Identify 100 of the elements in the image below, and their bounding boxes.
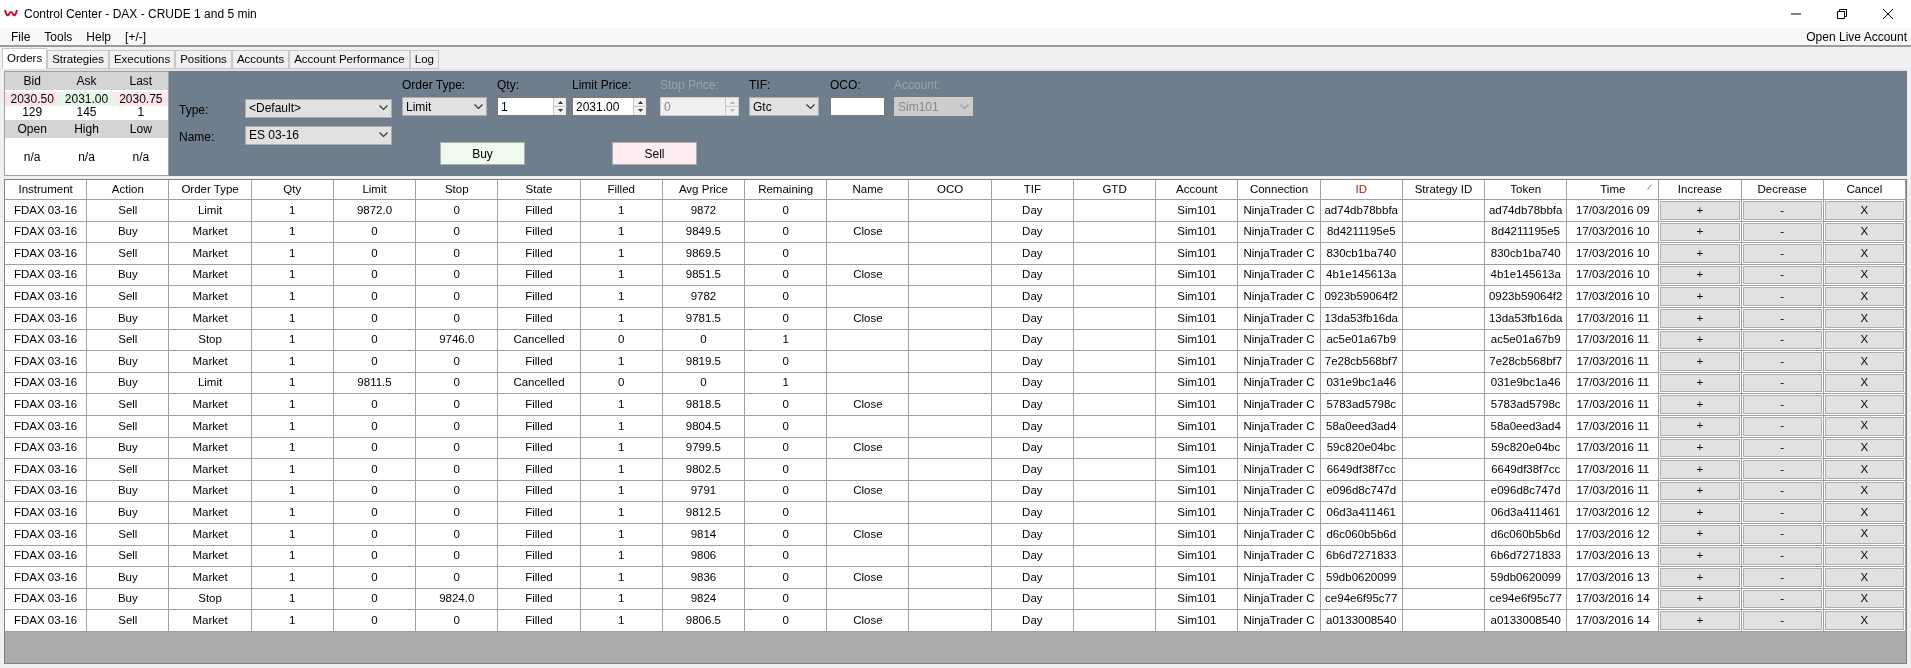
decrease-button[interactable]: - [1742, 308, 1822, 328]
increase-button[interactable]: + [1660, 373, 1740, 393]
cancel-button[interactable]: X [1824, 524, 1904, 544]
cancel-button[interactable]: X [1824, 589, 1904, 609]
decrease-button[interactable]: - [1742, 503, 1822, 522]
spinner-arrows-icon[interactable] [553, 98, 566, 115]
tab[interactable]: Executions [108, 50, 176, 69]
decrease-button[interactable]: - [1742, 373, 1822, 393]
cancel-button[interactable]: X [1824, 546, 1904, 566]
cancel-button[interactable]: X [1824, 416, 1904, 436]
cancel-button[interactable]: X [1824, 481, 1904, 501]
table-cell: NinjaTrader C [1238, 459, 1321, 481]
table-cell: 0 [745, 502, 828, 524]
tab[interactable]: Positions [175, 50, 232, 69]
tab[interactable]: Account Performance [289, 50, 410, 69]
increase-button[interactable]: + [1660, 611, 1740, 630]
tab[interactable]: Accounts [231, 50, 290, 69]
price-cell: 2030.75 [113, 92, 168, 106]
cancel-button[interactable]: X [1824, 460, 1904, 479]
decrease-button[interactable]: - [1742, 201, 1822, 220]
increase-button[interactable]: + [1660, 416, 1740, 436]
increase-button[interactable]: + [1660, 568, 1740, 587]
dropdown[interactable]: Limit [402, 97, 487, 116]
table-cell: Day [991, 523, 1074, 546]
cancel-button[interactable]: X [1824, 201, 1904, 220]
cancel-button[interactable]: X [1824, 222, 1904, 242]
increase-button[interactable]: + [1660, 460, 1740, 479]
cancel-button[interactable]: X [1824, 287, 1904, 306]
spinner-field[interactable]: 1 [497, 97, 567, 116]
quote-header: High [59, 120, 114, 138]
increase-button[interactable]: + [1660, 546, 1740, 566]
table-cell: 7e28cb568bf7 [1320, 351, 1403, 373]
increase-button[interactable]: + [1660, 330, 1740, 350]
dropdown[interactable]: Gtc [749, 97, 819, 116]
menu-item[interactable]: Tools [37, 27, 80, 46]
cancel-button[interactable]: X [1824, 503, 1904, 522]
table-cell: Sim101 [1156, 610, 1239, 632]
decrease-button[interactable]: - [1742, 222, 1822, 242]
decrease-button[interactable]: - [1742, 524, 1822, 544]
table-cell: Market [169, 459, 252, 481]
cancel-button[interactable]: X [1824, 352, 1904, 371]
tab[interactable]: Log [409, 50, 439, 69]
decrease-button[interactable]: - [1742, 481, 1822, 501]
decrease-button[interactable]: - [1742, 352, 1822, 371]
increase-button[interactable]: + [1660, 222, 1740, 242]
spinner-arrows-icon[interactable] [633, 98, 646, 115]
increase-button[interactable]: + [1660, 352, 1740, 371]
dropdown[interactable]: ES 03-16 [245, 125, 392, 145]
price-cell: 2031.00 [59, 92, 114, 106]
tab[interactable]: Orders [2, 48, 48, 69]
increase-button[interactable]: + [1660, 481, 1740, 501]
cancel-button[interactable]: X [1824, 373, 1904, 393]
increase-button[interactable]: + [1660, 244, 1740, 263]
table-cell: Sim101 [1156, 567, 1239, 589]
table-cell: 0 [745, 286, 828, 308]
cancel-button[interactable]: X [1824, 330, 1904, 350]
increase-button[interactable]: + [1660, 308, 1740, 328]
oco-field[interactable] [830, 97, 885, 116]
cancel-button[interactable]: X [1824, 611, 1904, 630]
buy-button[interactable]: Buy [440, 142, 525, 165]
table-cell: 13da53fb16da [1485, 307, 1568, 330]
decrease-button[interactable]: - [1742, 546, 1822, 566]
open-live-account-link[interactable]: Open Live Account [1806, 27, 1907, 46]
table-cell: 17/03/2016 11 [1567, 394, 1660, 416]
cancel-button[interactable]: X [1824, 265, 1904, 285]
decrease-button[interactable]: - [1742, 330, 1822, 350]
increase-button[interactable]: + [1660, 503, 1740, 522]
table-cell: Market [169, 610, 252, 632]
increase-button[interactable]: + [1660, 524, 1740, 544]
increase-button[interactable]: + [1660, 265, 1740, 285]
decrease-button[interactable]: - [1742, 416, 1822, 436]
decrease-button[interactable]: - [1742, 568, 1822, 587]
menu-item[interactable]: File [4, 27, 38, 46]
decrease-button[interactable]: - [1742, 611, 1822, 630]
tab[interactable]: Strategies [47, 50, 109, 69]
decrease-button[interactable]: - [1742, 589, 1822, 609]
increase-button[interactable]: + [1660, 589, 1740, 609]
menu-item[interactable]: [+/-] [118, 27, 154, 46]
decrease-button[interactable]: - [1742, 438, 1822, 458]
table-cell: 7e28cb568bf7 [1485, 351, 1568, 373]
cancel-button[interactable]: X [1824, 244, 1904, 263]
increase-button[interactable]: + [1660, 201, 1740, 220]
table-cell: Market [169, 567, 252, 589]
decrease-button[interactable]: - [1742, 265, 1822, 285]
sell-button[interactable]: Sell [612, 142, 697, 165]
decrease-button[interactable]: - [1742, 395, 1822, 414]
increase-button[interactable]: + [1660, 395, 1740, 414]
decrease-button[interactable]: - [1742, 287, 1822, 306]
decrease-button[interactable]: - [1742, 460, 1822, 479]
cancel-button[interactable]: X [1824, 395, 1904, 414]
cancel-button[interactable]: X [1824, 568, 1904, 587]
dropdown[interactable]: <Default> [245, 98, 392, 118]
menu-item[interactable]: Help [79, 27, 119, 46]
decrease-button[interactable]: - [1742, 244, 1822, 263]
spinner-field[interactable]: 2031.00 [572, 97, 647, 116]
table-cell: 17/03/2016 11 [1567, 351, 1660, 373]
cancel-button[interactable]: X [1824, 438, 1904, 458]
cancel-button[interactable]: X [1824, 308, 1904, 328]
increase-button[interactable]: + [1660, 287, 1740, 306]
increase-button[interactable]: + [1660, 438, 1740, 458]
